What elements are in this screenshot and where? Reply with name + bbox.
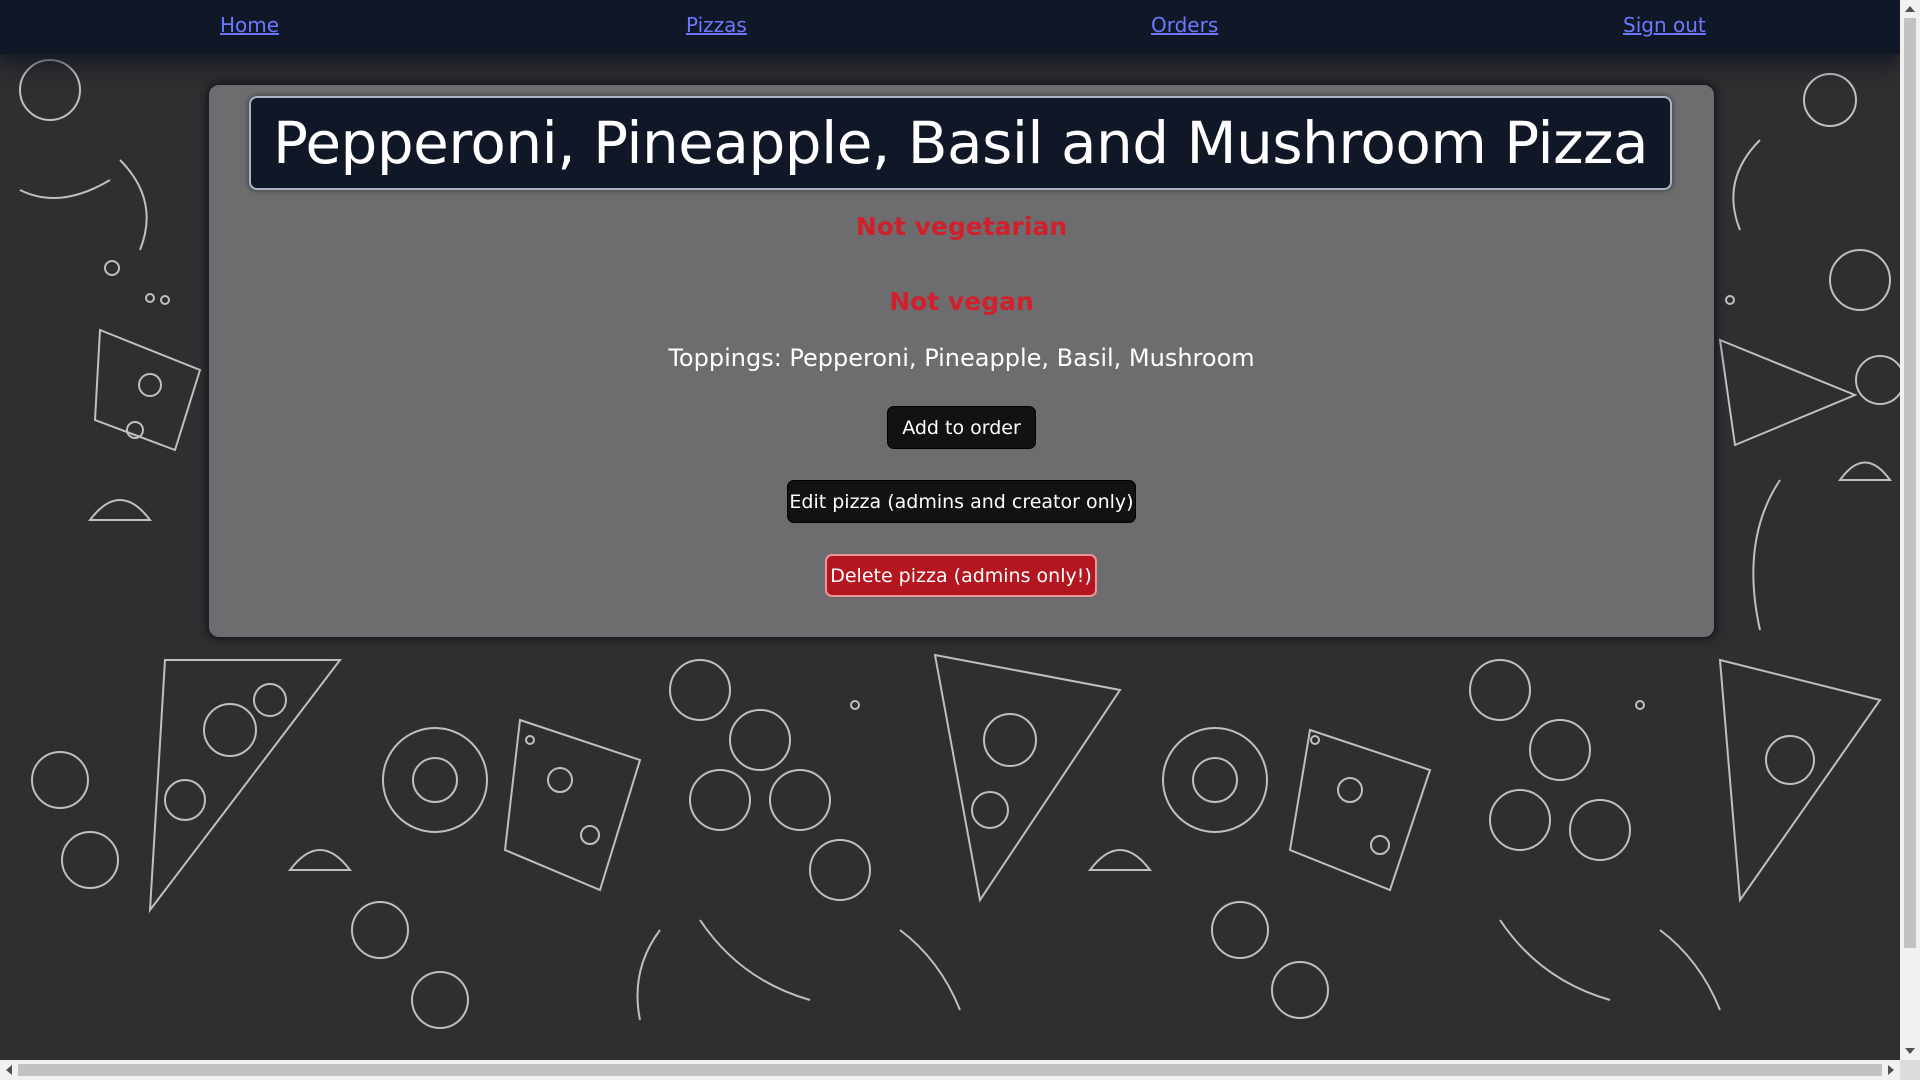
scroll-down-arrow-icon[interactable] <box>1905 1048 1915 1054</box>
scroll-right-arrow-icon[interactable] <box>1888 1065 1894 1075</box>
vertical-scroll-thumb[interactable] <box>1904 18 1916 948</box>
nav-orders-link[interactable]: Orders <box>1151 13 1218 37</box>
horizontal-scrollbar[interactable] <box>0 1060 1900 1080</box>
scroll-up-arrow-icon[interactable] <box>1905 6 1915 12</box>
pizza-title: Pepperoni, Pineapple, Basil and Mushroom… <box>272 109 1649 177</box>
scroll-left-arrow-icon[interactable] <box>6 1065 12 1075</box>
horizontal-scroll-thumb[interactable] <box>18 1064 1882 1076</box>
delete-pizza-button[interactable]: Delete pizza (admins only!) <box>825 554 1097 597</box>
add-to-order-button[interactable]: Add to order <box>887 406 1036 449</box>
edit-pizza-button[interactable]: Edit pizza (admins and creator only) <box>787 480 1136 523</box>
nav-sign-out-link[interactable]: Sign out <box>1623 13 1706 37</box>
toppings-list: Toppings: Pepperoni, Pineapple, Basil, M… <box>668 344 1255 372</box>
pizza-title-box: Pepperoni, Pineapple, Basil and Mushroom… <box>249 96 1672 190</box>
top-navbar: Home Pizzas Orders Sign out <box>0 0 1900 54</box>
nav-home-link[interactable]: Home <box>220 13 279 37</box>
scrollbar-corner <box>1900 1060 1920 1080</box>
vertical-scrollbar[interactable] <box>1900 0 1920 1060</box>
pizza-detail-card: Pepperoni, Pineapple, Basil and Mushroom… <box>207 83 1716 639</box>
vegan-status: Not vegan <box>889 287 1034 316</box>
nav-pizzas-link[interactable]: Pizzas <box>686 13 747 37</box>
vegetarian-status: Not vegetarian <box>855 212 1068 241</box>
